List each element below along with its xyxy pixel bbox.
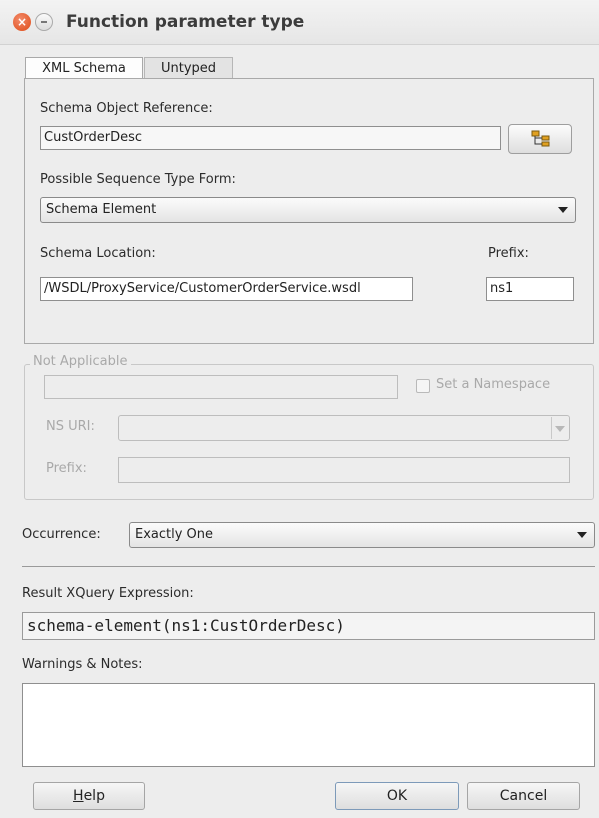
separator — [22, 566, 595, 567]
sequence-type-value: Schema Element — [46, 202, 157, 217]
set-namespace-checkbox — [416, 379, 430, 393]
schema-tree-icon — [531, 130, 550, 147]
cancel-button[interactable]: Cancel — [467, 782, 580, 810]
chevron-down-icon — [551, 417, 568, 439]
close-icon: × — [16, 15, 28, 29]
set-namespace-label: Set a Namespace — [436, 377, 551, 392]
notes-textarea[interactable] — [22, 683, 595, 767]
notes-label: Warnings & Notes: — [22, 657, 143, 672]
sequence-type-label: Possible Sequence Type Form: — [40, 172, 236, 187]
occurrence-label: Occurrence: — [22, 527, 101, 542]
sequence-type-dropdown[interactable]: Schema Element — [40, 197, 576, 223]
result-expression-field[interactable]: schema-element(ns1:CustOrderDesc) — [22, 612, 595, 640]
schema-location-label: Schema Location: — [40, 246, 156, 261]
ns-uri-dropdown — [118, 415, 570, 441]
prefix-field[interactable]: ns1 — [486, 277, 574, 301]
close-window-button[interactable]: × — [13, 13, 31, 31]
not-applicable-legend: Not Applicable — [30, 354, 131, 369]
window-title: Function parameter type — [66, 12, 305, 32]
ok-button[interactable]: OK — [335, 782, 459, 810]
tab-xml-schema[interactable]: XML Schema — [25, 57, 143, 79]
chevron-down-icon — [577, 532, 587, 538]
result-label: Result XQuery Expression: — [22, 586, 194, 601]
occurrence-dropdown[interactable]: Exactly One — [129, 522, 595, 548]
tab-untyped[interactable]: Untyped — [144, 57, 233, 79]
ns-uri-label: NS URI: — [46, 419, 95, 434]
schema-object-label: Schema Object Reference: — [40, 101, 213, 116]
ns-prefix-field — [118, 457, 570, 483]
browse-schema-button[interactable] — [508, 124, 572, 154]
ns-prefix-label: Prefix: — [46, 461, 87, 476]
namespace-field — [44, 375, 398, 399]
title-bar: × Function parameter type — [0, 0, 599, 45]
schema-location-field[interactable]: /WSDL/ProxyService/CustomerOrderService.… — [40, 277, 413, 301]
schema-object-field[interactable]: CustOrderDesc — [40, 126, 501, 150]
chevron-down-icon — [558, 207, 568, 213]
help-button[interactable]: Help — [33, 782, 145, 810]
prefix-label: Prefix: — [488, 246, 529, 261]
minimize-window-button[interactable] — [35, 13, 53, 31]
occurrence-value: Exactly One — [135, 527, 214, 542]
